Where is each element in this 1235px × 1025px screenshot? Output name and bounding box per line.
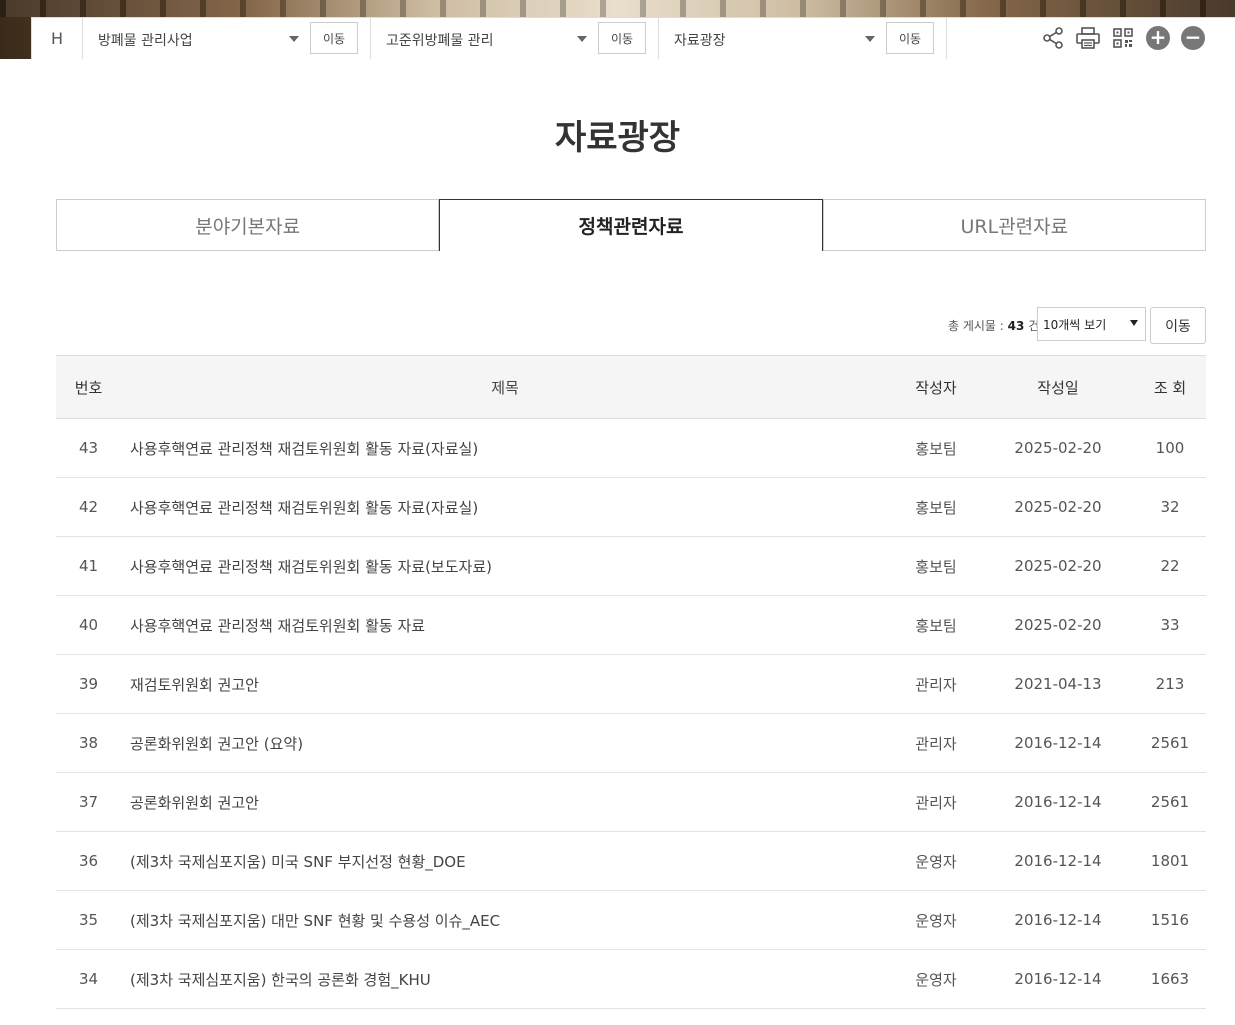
menu-select-3-label: 자료광장 [674,33,726,49]
menu-select-1[interactable]: 방폐물 관리사업 이동 [83,18,371,59]
location-bar: H 방폐물 관리사업 이동 고준위방폐물 관리 이동 자료광장 이동 + − [31,17,1235,59]
row-views: 1663 [1150,970,1190,988]
menu-select-3[interactable]: 자료광장 이동 [659,18,947,59]
row-no: 39 [78,675,99,693]
table-row: 36 (제3차 국제심포지움) 미국 SNF 부지선정 현황_DOE 운영자 2016… [56,832,1206,891]
row-no: 38 [78,734,99,752]
header-views: 조 회 [1153,378,1187,397]
qr-code-icon[interactable] [1109,24,1137,52]
utility-tools: + − [1032,24,1207,52]
total-count-value: 43 [1007,319,1025,333]
zoom-in-icon[interactable]: + [1144,24,1172,52]
row-title-link[interactable]: (제3차 국제심포지움) 한국의 공론화 경험_KHU [121,950,890,1009]
chevron-down-icon [289,36,299,42]
page-title: 자료광장 [554,118,681,158]
row-date: 2016-12-14 [1014,970,1102,988]
row-views: 1516 [1150,911,1190,929]
row-title-link[interactable]: (제3차 국제심포지움) 미국 SNF 부지선정 현황_DOE [121,832,890,891]
row-title-link[interactable]: 사용후핵연료 관리정책 재검토위원회 활동 자료(자료실) [121,419,890,478]
row-title-link[interactable]: 사용후핵연료 관리정책 재검토위원회 활동 자료(보도자료) [121,537,890,596]
row-no: 36 [78,852,99,870]
row-title-link[interactable]: 공론화위원회 권고안 [121,773,890,832]
row-date: 2016-12-14 [1014,793,1102,811]
row-title-link[interactable]: 사용후핵연료 관리정책 재검토위원회 활동 자료 [121,596,890,655]
row-date: 2025-02-20 [1014,439,1102,457]
table-row: 34 (제3차 국제심포지움) 한국의 공론화 경험_KHU 운영자 2016-12-… [56,950,1206,1009]
header-author: 작성자 [915,378,957,397]
row-no: 42 [78,498,99,516]
page-size-select[interactable]: 10개씩 보기 [1037,307,1146,341]
row-no: 35 [78,911,99,929]
row-views: 213 [1155,675,1185,693]
tab-url-data[interactable]: URL관련자료 [822,199,1206,251]
row-no: 34 [78,970,99,988]
table-header-row: 번호 제목 작성자 작성일 조 회 [56,355,1206,419]
row-views: 100 [1155,439,1185,457]
row-views: 1801 [1150,852,1190,870]
chevron-down-icon [577,36,587,42]
row-no: 40 [78,616,99,634]
row-author: 관리자 [915,675,957,694]
page-size-go-button[interactable]: 이동 [1150,307,1206,344]
header-no: 번호 [74,378,103,397]
menu-select-2[interactable]: 고준위방폐물 관리 이동 [371,18,659,59]
table-row: 42 사용후핵연료 관리정책 재검토위원회 활동 자료(자료실) 홍보팀 2025-0… [56,478,1206,537]
row-views: 32 [1160,498,1180,516]
home-link[interactable]: H [32,18,83,59]
row-author: 홍보팀 [915,439,957,458]
menu-select-1-label: 방폐물 관리사업 [98,33,193,49]
row-views: 2561 [1150,793,1190,811]
row-date: 2025-02-20 [1014,557,1102,575]
row-title-link[interactable]: 재검토위원회 권고안 [121,655,890,714]
row-author: 관리자 [915,793,957,812]
table-row: 38 공론화위원회 권고안 (요약) 관리자 2016-12-14 2561 [56,714,1206,773]
row-title-link[interactable]: 공론화위원회 권고안 (요약) [121,714,890,773]
row-no: 37 [78,793,99,811]
chevron-down-icon [1130,320,1138,326]
row-date: 2016-12-14 [1014,911,1102,929]
row-author: 운영자 [915,852,957,871]
header-date: 작성일 [1037,378,1079,397]
row-date: 2025-02-20 [1014,498,1102,516]
header-title: 제목 [491,378,519,397]
total-count: 총 게시물 : 43 건 [948,319,1040,333]
row-author: 운영자 [915,970,957,989]
table-row: 41 사용후핵연료 관리정책 재검토위원회 활동 자료(보도자료) 홍보팀 2025-… [56,537,1206,596]
menu-select-2-go-button[interactable]: 이동 [598,22,646,54]
board-table: 번호 제목 작성자 작성일 조 회 43 사용후핵연료 관리정책 재검토위원회 활… [56,355,1206,1009]
row-date: 2016-12-14 [1014,734,1102,752]
row-author: 홍보팀 [915,616,957,635]
tab-policy-data[interactable]: 정책관련자료 [439,199,823,251]
tab-basic-data[interactable]: 분야기본자료 [56,199,440,251]
row-no: 43 [78,439,99,457]
row-author: 홍보팀 [915,557,957,576]
row-views: 2561 [1150,734,1190,752]
chevron-down-icon [865,36,875,42]
table-row: 43 사용후핵연료 관리정책 재검토위원회 활동 자료(자료실) 홍보팀 2025-0… [56,419,1206,478]
row-no: 41 [78,557,99,575]
category-tabs: 분야기본자료 정책관련자료 URL관련자료 [56,199,1206,251]
row-author: 운영자 [915,911,957,930]
print-icon[interactable] [1074,24,1102,52]
row-views: 33 [1160,616,1180,634]
row-author: 관리자 [915,734,957,753]
table-row: 39 재검토위원회 권고안 관리자 2021-04-13 213 [56,655,1206,714]
row-author: 홍보팀 [915,498,957,517]
menu-select-2-label: 고준위방폐물 관리 [386,33,494,49]
menu-select-3-go-button[interactable]: 이동 [886,22,934,54]
row-title-link[interactable]: (제3차 국제심포지움) 대만 SNF 현황 및 수용성 이슈_AEC [121,891,890,950]
share-icon[interactable] [1039,24,1067,52]
row-views: 22 [1160,557,1180,575]
menu-select-1-go-button[interactable]: 이동 [310,22,358,54]
table-row: 40 사용후핵연료 관리정책 재검토위원회 활동 자료 홍보팀 2025-02-20 3… [56,596,1206,655]
row-date: 2021-04-13 [1014,675,1102,693]
table-row: 35 (제3차 국제심포지움) 대만 SNF 현황 및 수용성 이슈_AEC 운영자… [56,891,1206,950]
table-row: 37 공론화위원회 권고안 관리자 2016-12-14 2561 [56,773,1206,832]
row-title-link[interactable]: 사용후핵연료 관리정책 재검토위원회 활동 자료(자료실) [121,478,890,537]
zoom-out-icon[interactable]: − [1179,24,1207,52]
row-date: 2016-12-14 [1014,852,1102,870]
row-date: 2025-02-20 [1014,616,1102,634]
